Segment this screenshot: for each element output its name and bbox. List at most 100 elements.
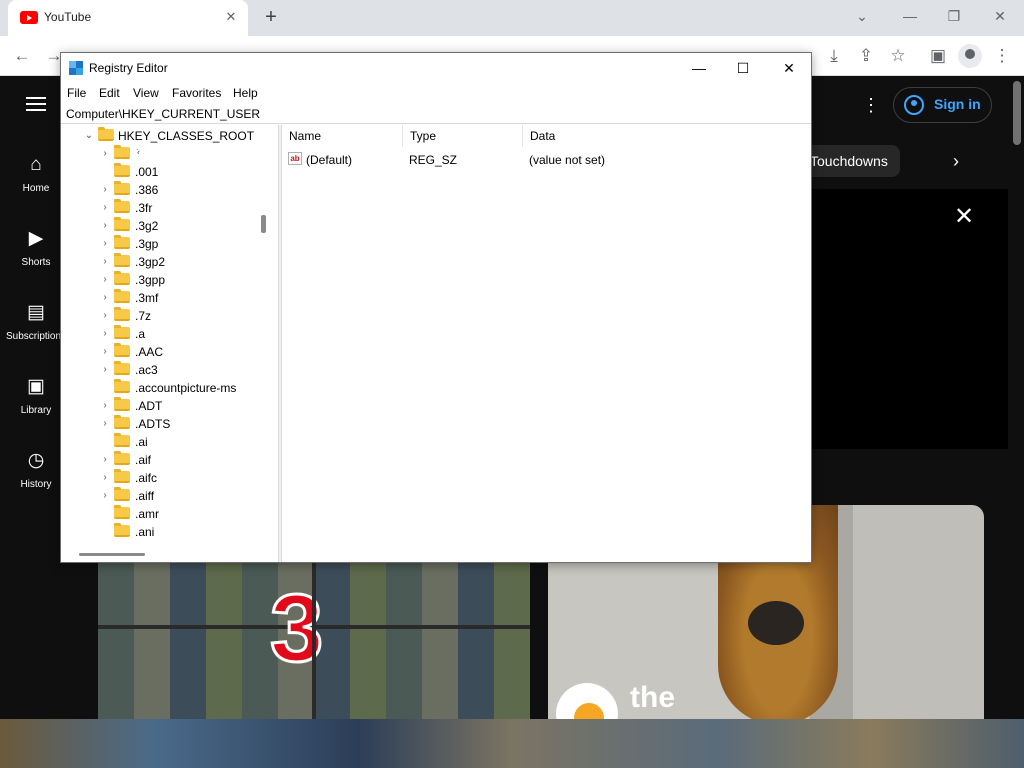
chevron-right-icon[interactable]: › [99,488,111,504]
value-data[interactable]: (value not set) [529,153,605,167]
tree-item[interactable]: › .3gp2 [61,253,271,271]
address-bar[interactable]: Computer\HKEY_CURRENT_USER [61,104,811,124]
tree-horizontal-scrollbar-thumb[interactable] [79,553,145,556]
chevron-right-icon[interactable]: › [99,236,111,252]
chevron-right-icon[interactable]: › [99,146,111,162]
tree-item[interactable]: .ani [61,523,271,541]
tree-item[interactable]: › .ac3 [61,361,271,379]
menu-help[interactable]: Help [233,86,258,100]
menu-favorites[interactable]: Favorites [172,86,221,100]
column-header-name[interactable]: Name [282,125,403,147]
folder-icon [114,217,130,231]
banner-close-icon[interactable]: ✕ [952,205,976,229]
shorts-icon: ▶ [28,228,44,249]
tree-item-root[interactable]: ⌄ HKEY_CLASSES_ROOT [61,127,271,145]
home-icon: ⌂ [30,154,42,175]
chevron-right-icon[interactable]: › [99,308,111,324]
chevron-right-icon[interactable]: › [99,326,111,342]
chevron-right-icon[interactable]: › [99,344,111,360]
tree-item[interactable]: › .aif [61,451,271,469]
tree-item[interactable]: › .386 [61,181,271,199]
chevron-right-icon[interactable]: › [99,272,111,288]
browser-tab-youtube[interactable]: YouTube ✕ [8,0,248,36]
tree-item[interactable]: .accountpicture-ms [61,379,271,397]
tree-item-label: .ADTS [135,417,171,431]
chevron-right-icon[interactable]: › [99,470,111,486]
promo-banner [812,189,1008,449]
folder-icon [114,163,130,177]
window-restore-button[interactable]: ❐ [940,4,968,28]
chevron-right-icon[interactable]: › [99,362,111,378]
tree-item-label: .3gp [135,237,159,251]
menu-view[interactable]: View [133,86,159,100]
tree-item[interactable]: › .3gp [61,235,271,253]
folder-icon [114,343,130,357]
chevron-right-icon[interactable]: › [99,182,111,198]
tree-item[interactable]: › .ADTS [61,415,271,433]
page-scrollbar-thumb[interactable] [1013,81,1021,145]
chevron-right-icon[interactable]: › [99,254,111,270]
value-type[interactable]: REG_SZ [409,153,457,167]
side-panel-icon[interactable]: ▣ [926,44,950,68]
menu-hamburger-icon[interactable] [26,97,46,111]
tab-close-icon[interactable]: ✕ [222,8,240,26]
chevron-right-icon[interactable]: › [99,290,111,306]
chevron-right-icon[interactable]: › [944,149,968,173]
folder-icon [114,235,130,249]
regedit-maximize-button[interactable]: ☐ [721,56,765,80]
tree-item-label: .aifc [135,471,158,485]
tree-item[interactable]: › .aiff [61,487,271,505]
new-tab-button[interactable]: + [260,6,282,28]
tree-item-label: .ac3 [135,363,158,377]
column-header-data[interactable]: Data [523,125,812,147]
share-icon[interactable]: ⇪ [854,44,878,68]
tree-item[interactable]: › .a [61,325,271,343]
chevron-right-icon[interactable]: › [99,452,111,468]
column-header-type[interactable]: Type [403,125,523,147]
regedit-close-button[interactable]: ✕ [767,56,811,80]
tree-item[interactable]: › .AAC [61,343,271,361]
tree-item[interactable]: .ai [61,433,271,451]
tree-item[interactable]: .amr [61,505,271,523]
tab-search-icon[interactable]: ⌄ [848,4,876,28]
tab-title: YouTube [44,10,92,24]
settings-kebab-icon[interactable]: ⋮ [862,95,880,115]
chevron-right-icon[interactable]: › [99,416,111,432]
tree-item[interactable]: › .ADT [61,397,271,415]
chevron-right-icon[interactable]: › [99,218,111,234]
regedit-titlebar[interactable]: Registry Editor — ☐ ✕ [61,53,811,83]
browser-menu-icon[interactable]: ⋮ [990,44,1014,68]
tree-scrollbar-thumb[interactable] [261,215,266,233]
tree-item[interactable]: › .3fr [61,199,271,217]
sign-in-button[interactable]: Sign in [893,87,992,123]
tree-item[interactable]: › .3gpp [61,271,271,289]
value-name[interactable]: (Default) [306,153,352,167]
tree-item[interactable]: › * [61,145,271,163]
tree-item[interactable]: .001 [61,163,271,181]
profile-avatar-icon[interactable] [958,44,982,68]
bookmark-star-icon[interactable]: ☆ [886,44,910,68]
back-button[interactable]: ← [10,44,34,68]
tree-item-label: .ani [135,525,155,539]
chevron-right-icon[interactable]: › [99,398,111,414]
tree-item-label: .amr [135,507,159,521]
tree-item[interactable]: › .7z [61,307,271,325]
install-app-icon[interactable]: ⤓ [822,44,846,68]
window-close-button[interactable]: ✕ [986,4,1014,28]
tree-item-label: .ADT [135,399,163,413]
folder-icon [114,361,130,375]
menu-edit[interactable]: Edit [99,86,120,100]
tree-item[interactable]: › .aifc [61,469,271,487]
chip-touchdowns[interactable]: Touchdowns [800,145,900,177]
regedit-minimize-button[interactable]: — [677,56,721,80]
chevron-down-icon[interactable]: ⌄ [83,128,95,144]
folder-icon [98,127,114,141]
video-thumbnail-aerial[interactable] [0,719,1024,768]
menu-file[interactable]: File [67,86,86,100]
tree-item-label: .386 [135,183,159,197]
tree-item[interactable]: › .3g2 [61,217,271,235]
tree-item-label: .a [135,327,146,341]
window-minimize-button[interactable]: — [896,4,924,28]
tree-item[interactable]: › .3mf [61,289,271,307]
chevron-right-icon[interactable]: › [99,200,111,216]
